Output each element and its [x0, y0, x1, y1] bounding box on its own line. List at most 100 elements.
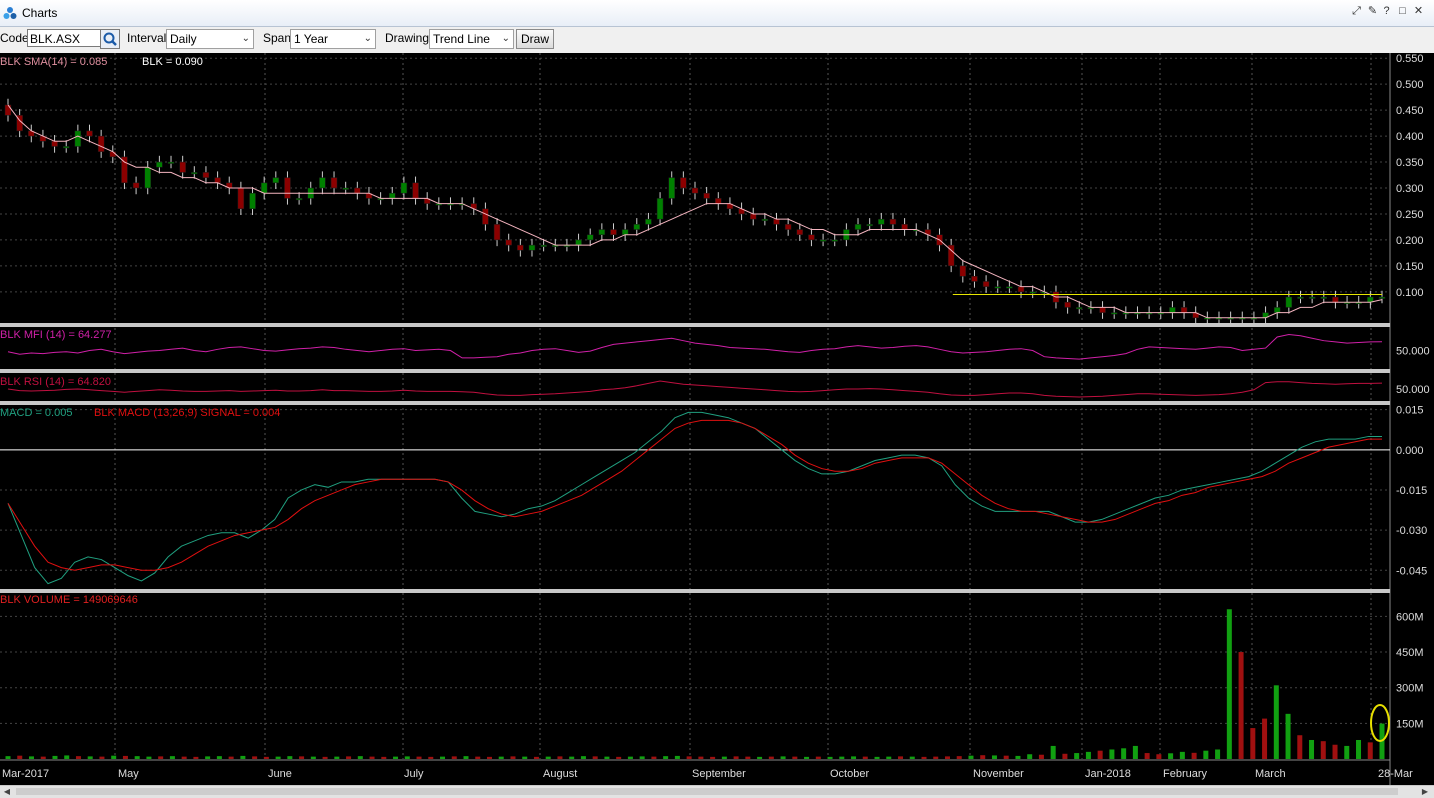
x-tick-label: October: [830, 768, 869, 780]
volume-bar: [228, 756, 234, 759]
volume-bar: [557, 756, 563, 759]
close-icon[interactable]: ✕: [1412, 5, 1425, 18]
volume-bar: [1109, 749, 1115, 759]
panel-separator[interactable]: [0, 401, 1390, 405]
volume-bar: [216, 756, 222, 759]
interval-select[interactable]: Daily ⌄: [166, 29, 254, 49]
y-tick-label: -0.045: [1396, 565, 1427, 577]
y-tick-label: 50.000: [1396, 384, 1430, 396]
volume-bar: [87, 756, 93, 759]
volume-bar: [299, 756, 305, 759]
scroll-right-icon[interactable]: ▶: [1418, 786, 1432, 797]
y-tick-label: 0.200: [1396, 235, 1424, 247]
volume-bar: [381, 756, 387, 759]
volume-bar: [944, 756, 950, 759]
volume-bar: [440, 756, 446, 759]
candle: [982, 281, 990, 287]
draw-button[interactable]: Draw: [516, 29, 555, 49]
volume-bar: [205, 756, 211, 759]
volume-bar: [357, 756, 363, 759]
volume-bar: [486, 756, 492, 759]
y-tick-label: 0.150: [1396, 261, 1424, 273]
help-icon[interactable]: ?: [1380, 5, 1393, 18]
candle: [668, 177, 675, 199]
candle: [389, 192, 396, 199]
y-tick-label: 0.500: [1396, 79, 1424, 91]
panel-separator[interactable]: [0, 369, 1390, 373]
volume-bar: [909, 756, 915, 759]
search-button[interactable]: [100, 29, 120, 49]
chevron-down-icon: ⌄: [501, 33, 510, 44]
settings-wrench-icon[interactable]: ✎: [1366, 5, 1379, 18]
span-select[interactable]: 1 Year ⌄: [290, 29, 376, 49]
volume-bar: [886, 756, 892, 759]
volume-bar: [40, 756, 46, 759]
panel-separator[interactable]: [0, 323, 1390, 327]
window-title: Charts: [22, 6, 58, 20]
volume-bar: [592, 756, 598, 759]
candle: [1378, 296, 1386, 299]
volume-bar: [146, 756, 152, 759]
volume-bar: [651, 756, 657, 759]
scroll-left-icon[interactable]: ◀: [0, 786, 14, 797]
volume-bar: [158, 756, 164, 759]
volume-bar: [627, 756, 633, 759]
x-tick-label: September: [692, 768, 746, 780]
candle: [482, 208, 489, 225]
volume-bar: [1226, 609, 1232, 759]
drawing-label: Drawing: [385, 31, 430, 45]
volume-bar: [533, 756, 539, 759]
volume-bar: [804, 756, 810, 759]
volume-bar: [1203, 750, 1209, 759]
volume-bar: [898, 756, 904, 759]
price-legend: BLK = 0.090: [142, 56, 203, 68]
x-tick-label: November: [973, 768, 1024, 780]
search-icon: [103, 32, 117, 46]
scrollbar-thumb[interactable]: [16, 788, 1398, 795]
volume-bar: [99, 756, 105, 759]
volume-bar: [193, 756, 199, 759]
sma-legend: BLK SMA(14) = 0.085: [0, 56, 107, 68]
candle: [1180, 307, 1188, 313]
y-tick-label: 0.550: [1396, 53, 1424, 65]
volume-bar: [522, 756, 528, 759]
x-tick-label: 28-Mar: [1378, 768, 1413, 780]
volume-bar: [28, 756, 34, 759]
drawing-select[interactable]: Trend Line ⌄: [429, 29, 514, 49]
volume-bar: [1250, 728, 1256, 759]
volume-bar: [968, 755, 974, 759]
maximize-icon[interactable]: □: [1396, 5, 1409, 18]
candle: [132, 182, 140, 189]
volume-bar: [956, 756, 962, 759]
candle: [633, 224, 641, 230]
chart-area[interactable]: 0.550 0.500 0.450 0.400 0.350 0.300 0.250 0.200…: [0, 53, 1434, 785]
candle: [691, 187, 699, 194]
stock-chart[interactable]: 0.550 0.500 0.450 0.400 0.350 0.300 0.250 0.200…: [0, 53, 1434, 785]
y-tick-label: 0.015: [1396, 405, 1424, 417]
candle: [773, 218, 780, 225]
volume-bar: [874, 756, 880, 759]
volume-bar: [1215, 749, 1221, 759]
candle: [831, 239, 838, 242]
candle: [1285, 296, 1293, 308]
y-tick-label: 0.250: [1396, 209, 1424, 221]
candle: [1029, 291, 1036, 294]
candle: [517, 244, 524, 251]
mfi-line: [7, 334, 1383, 360]
volume-bar: [1238, 652, 1244, 759]
candle: [342, 187, 349, 190]
candle: [749, 213, 757, 220]
volume-bar: [745, 756, 751, 759]
code-input[interactable]: BLK.ASX: [27, 29, 101, 47]
candle: [528, 244, 536, 251]
horizontal-scrollbar[interactable]: ◀ ▶: [0, 785, 1434, 798]
volume-bar: [181, 756, 187, 759]
volume-bar: [1179, 751, 1185, 759]
panel-separator[interactable]: [0, 589, 1390, 593]
x-tick-label: May: [118, 768, 139, 780]
candle: [715, 198, 722, 204]
candle: [889, 218, 897, 225]
volume-bar: [933, 756, 939, 759]
volume-bar: [1344, 745, 1350, 759]
unpin-icon[interactable]: ⤢: [1350, 5, 1363, 18]
